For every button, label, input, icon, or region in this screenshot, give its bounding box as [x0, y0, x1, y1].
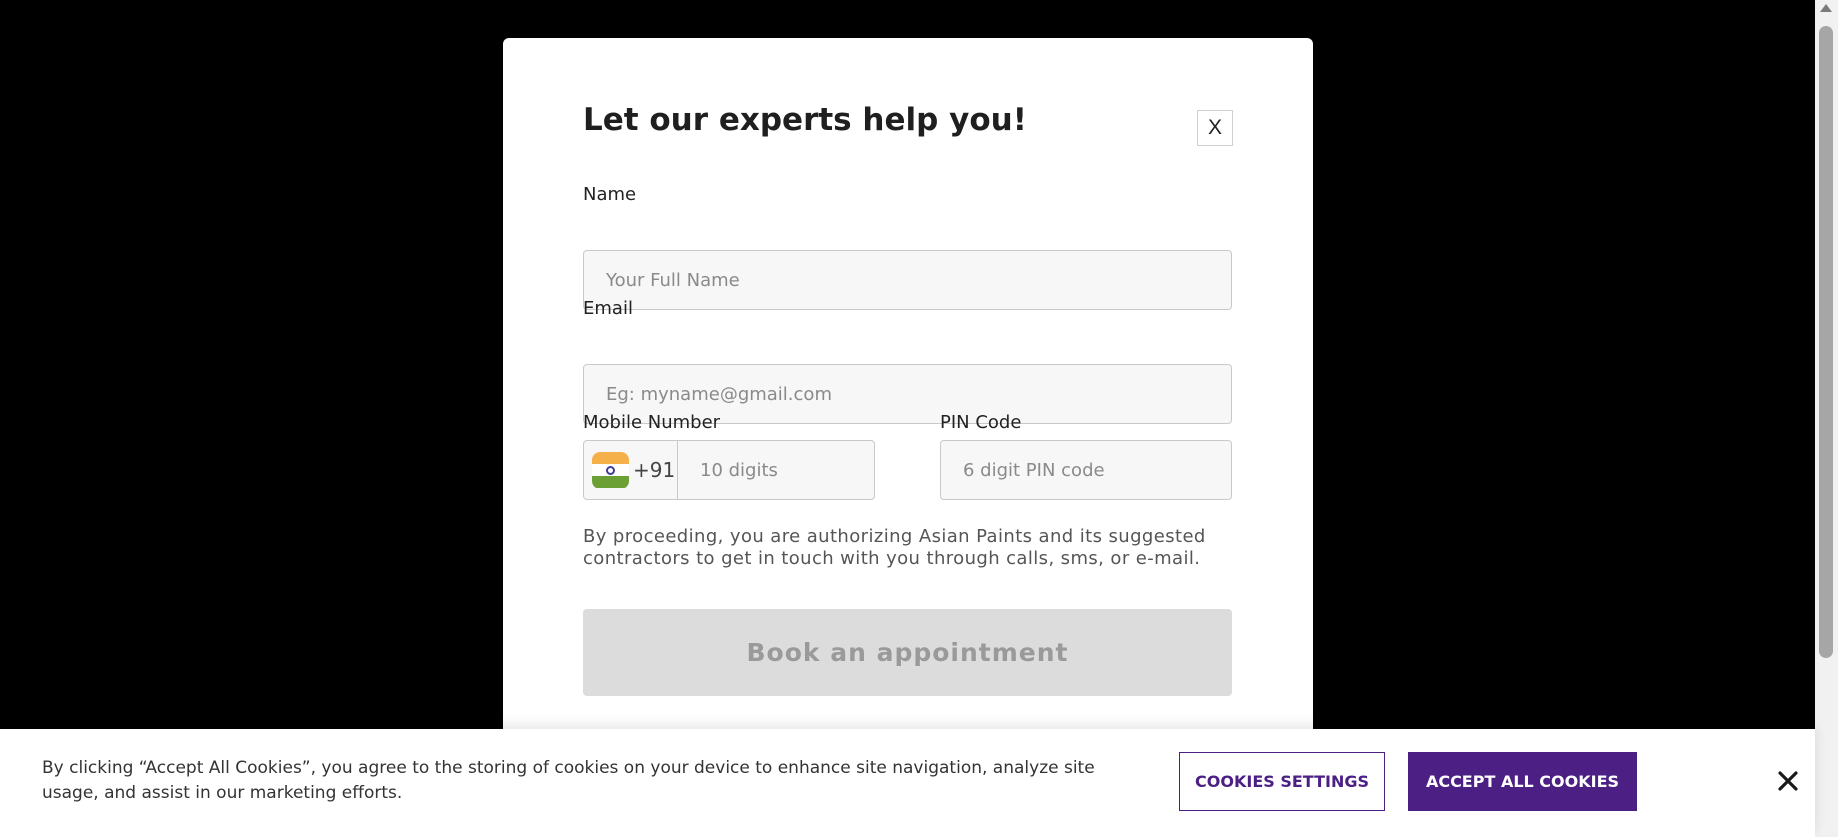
pin-label: PIN Code	[940, 412, 1022, 433]
accept-all-cookies-button[interactable]: ACCEPT ALL COOKIES	[1408, 752, 1637, 811]
consent-text: By proceeding, you are authorizing Asian…	[583, 526, 1206, 569]
scrollbar-thumb[interactable]	[1819, 26, 1833, 658]
mobile-number-group: +91	[583, 440, 875, 500]
appointment-modal: Let our experts help you! X Name Email M…	[503, 38, 1313, 837]
cookies-settings-button[interactable]: COOKIES SETTINGS	[1179, 752, 1385, 811]
book-appointment-button[interactable]: Book an appointment	[583, 609, 1232, 696]
cookie-banner: By clicking “Accept All Cookies”, you ag…	[0, 729, 1815, 837]
mobile-label: Mobile Number	[583, 412, 721, 433]
modal-title: Let our experts help you!	[583, 102, 1027, 138]
email-label: Email	[583, 298, 633, 319]
mobile-number-input[interactable]	[678, 441, 874, 499]
country-code-text: +91	[633, 458, 676, 482]
close-icon[interactable]	[1774, 767, 1802, 795]
name-label: Name	[583, 184, 637, 205]
cookie-consent-text: By clicking “Accept All Cookies”, you ag…	[42, 758, 1095, 803]
pin-code-input[interactable]	[940, 440, 1232, 500]
scroll-up-icon[interactable]	[1820, 4, 1832, 12]
country-code-selector[interactable]: +91	[584, 441, 678, 499]
page-scrollbar[interactable]	[1815, 0, 1838, 837]
modal-close-button[interactable]: X	[1197, 110, 1233, 146]
name-input[interactable]	[583, 250, 1232, 310]
india-flag-icon	[592, 451, 629, 489]
